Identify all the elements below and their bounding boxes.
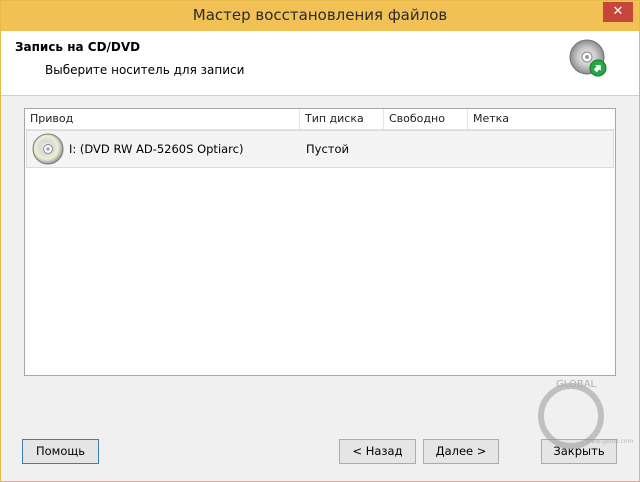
disc-type: Пустой [306,142,349,156]
wizard-window: Мастер восстановления файлов ✕ Запись на… [0,0,640,482]
column-disc-type[interactable]: Тип диска [300,109,384,129]
help-button[interactable]: Помощь [22,439,99,464]
title-bar: Мастер восстановления файлов ✕ [1,1,639,31]
column-label[interactable]: Метка [468,109,615,129]
list-header: Привод Тип диска Свободно Метка [25,109,615,130]
page-subtitle: Выберите носитель для записи [45,63,245,77]
table-row[interactable]: I: (DVD RW AD-5260S Optiarc) Пустой [26,130,614,168]
watermark-text: GLOBAL [556,379,597,390]
page-title: Запись на CD/DVD [15,40,141,54]
next-button[interactable]: Далее > [423,439,499,464]
cd-disc-icon [32,133,64,165]
back-button[interactable]: < Назад [339,439,416,464]
column-drive[interactable]: Привод [25,109,300,129]
close-window-button[interactable]: ✕ [603,2,633,22]
window-title: Мастер восстановления файлов [192,6,448,24]
cd-burn-icon [569,39,607,77]
drive-name: I: (DVD RW AD-5260S Optiarc) [69,142,244,156]
watermark-site: www.geoid.com [586,438,634,445]
column-free[interactable]: Свободно [384,109,468,129]
wizard-header: Запись на CD/DVD Выберите носитель для з… [1,31,639,96]
drive-list[interactable]: Привод Тип диска Свободно Метка I: (DVD … [24,108,616,376]
watermark-logo: GLOBAL www.geoid.com [538,379,634,449]
